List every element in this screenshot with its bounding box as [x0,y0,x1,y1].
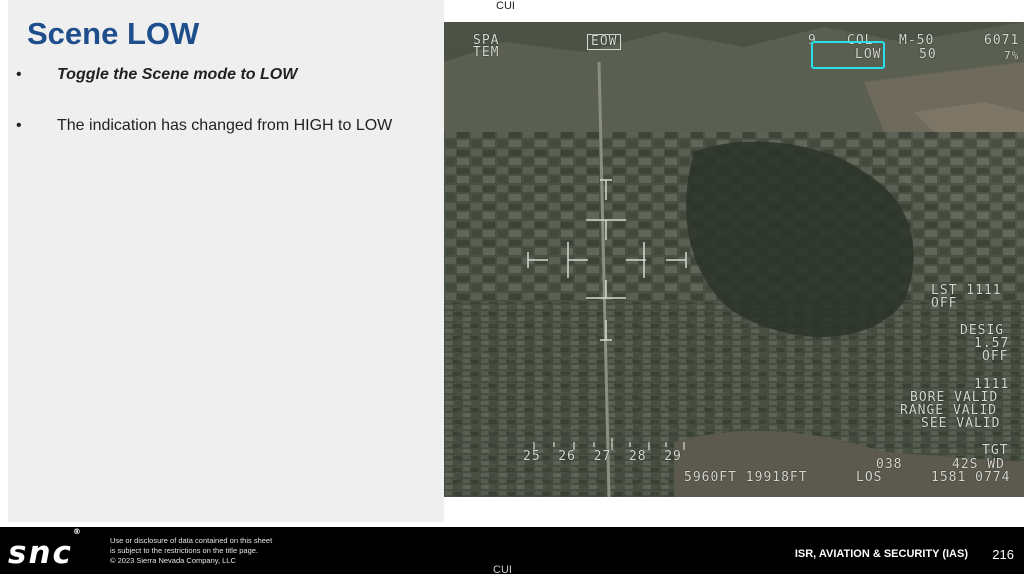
footer-disclaimer: Use or disclosure of data contained on t… [110,536,273,565]
hud-off-2: OFF [982,349,1009,364]
sensor-video-feed: SPA TEM EOW 9 COL M-50 6071 LOW 50 7% LS… [444,22,1024,497]
hud-altitude-range: 5960FT 19918FT [684,470,808,485]
hud-percent: 7% [1004,49,1020,62]
hud-los: LOS [856,470,883,485]
footer-division-label: ISR, AVIATION & SECURITY (IAS) [794,548,968,560]
bullet-marker: • [16,117,22,134]
hud-top-right-value: 6071 [984,33,1020,48]
footer-bar: snc® Use or disclosure of data contained… [0,527,1024,574]
snc-logo: snc® [8,526,81,571]
page-number: 216 [992,547,1014,562]
hud-coordinates: 1581 0774 [931,470,1011,485]
hud-tgt: TGT [982,443,1009,458]
bullet-marker: • [16,66,22,83]
hud-fifty: 50 [919,47,937,62]
hud-top-left-line2: TEM [473,45,500,60]
slide-title: Scene LOW [27,16,200,51]
bullet-indication-changed: The indication has changed from HIGH to … [57,117,393,134]
hud-see-valid: SEE VALID [921,416,1001,431]
hud-sensor-mode-eow: EOW [587,34,622,50]
cui-marking-bottom: CUI [493,564,512,576]
cui-marking-top: CUI [496,0,515,12]
bullet-toggle-scene: Toggle the Scene mode to LOW [57,66,298,83]
scene-low-highlight-box [811,41,885,69]
hud-off-1: OFF [931,296,958,311]
hud-m50: M-50 [899,33,935,48]
hud-bottom-scale: 25 26 27 28 29 [523,449,682,464]
